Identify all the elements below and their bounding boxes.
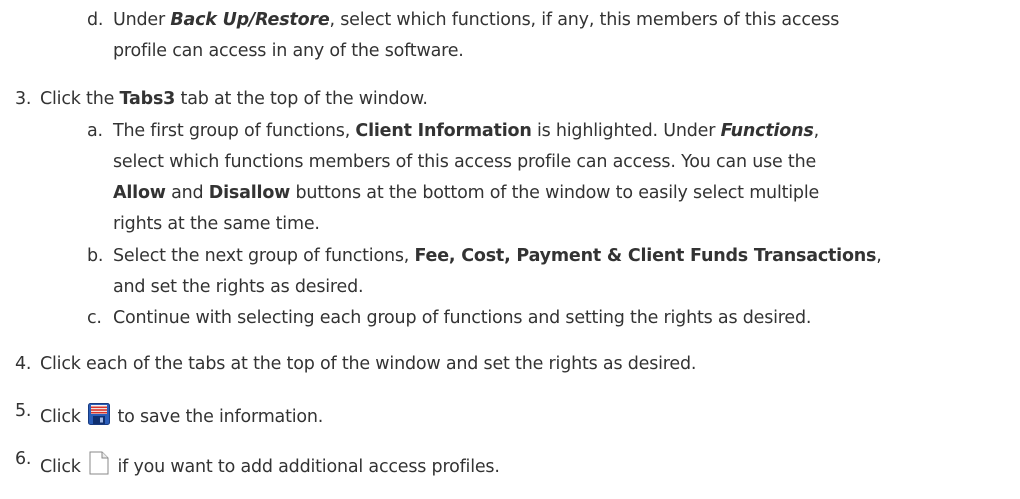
- step-6-text-post: if you want to add additional access pro…: [117, 457, 500, 477]
- step-6-text-pre: Click: [40, 457, 81, 477]
- step-a-text-pre: The first group of functions,: [113, 121, 356, 141]
- step-a-line3: Allow and Disallow buttons at the bottom…: [113, 182, 819, 204]
- disallow-label: Disallow: [208, 183, 291, 203]
- step-c-marker: c.: [87, 308, 102, 328]
- step-a-text-mid: is highlighted. Under: [531, 121, 721, 141]
- step-3-text-pre: Click the: [40, 89, 120, 109]
- step-d-marker: d.: [87, 10, 104, 30]
- step-c-line1: Continue with selecting each group of fu…: [113, 308, 812, 328]
- step-6-marker: 6.: [15, 449, 32, 469]
- step-5-text-post: to save the information.: [117, 407, 324, 427]
- tabs3-label: Tabs3: [119, 89, 176, 109]
- step-b-text-post: ,: [876, 246, 882, 266]
- step-a-line3-mid: and: [165, 183, 209, 203]
- step-a-line1: The first group of functions, Client Inf…: [113, 120, 819, 142]
- step-a-line2: select which functions members of this a…: [113, 152, 817, 172]
- step-b-line1: Select the next group of functions, Fee,…: [113, 245, 882, 267]
- step-d-text-pre: Under: [113, 10, 171, 30]
- step-4-marker: 4.: [15, 354, 32, 374]
- allow-label: Allow: [113, 183, 166, 203]
- step-3-marker: 3.: [15, 89, 32, 109]
- step-d-line1: Under Back Up/Restore, select which func…: [113, 9, 839, 31]
- client-information-label: Client Information: [355, 121, 532, 141]
- step-a-text-post: ,: [813, 121, 820, 141]
- functions-label: Functions: [720, 121, 814, 141]
- step-a-marker: a.: [87, 121, 103, 141]
- save-icon[interactable]: [88, 403, 111, 425]
- step-6-line: Click if you want to add additional acce…: [40, 448, 500, 478]
- step-3-line: Click the Tabs3 tab at the top of the wi…: [40, 88, 428, 110]
- step-b-text-pre: Select the next group of functions,: [113, 246, 415, 266]
- step-b-line2: and set the rights as desired.: [113, 277, 364, 297]
- step-a-line3-post: buttons at the bottom of the window to e…: [290, 183, 820, 203]
- step-5-line: Click to save the information.: [40, 400, 323, 428]
- step-5-text-pre: Click: [40, 407, 81, 427]
- step-b-marker: b.: [87, 246, 104, 266]
- step-4-line: Click each of the tabs at the top of the…: [40, 354, 697, 374]
- fee-cost-payment-label: Fee, Cost, Payment & Client Funds Transa…: [414, 246, 877, 266]
- step-5-marker: 5.: [15, 401, 32, 421]
- step-3-text-post: tab at the top of the window.: [175, 89, 428, 109]
- step-a-line4: rights at the same time.: [113, 214, 320, 234]
- back-up-restore-label: Back Up/Restore: [170, 10, 330, 30]
- step-d-text-post: , select which functions, if any, this m…: [329, 10, 840, 30]
- new-document-icon[interactable]: [89, 451, 109, 475]
- step-d-line2: profile can access in any of the softwar…: [113, 41, 464, 61]
